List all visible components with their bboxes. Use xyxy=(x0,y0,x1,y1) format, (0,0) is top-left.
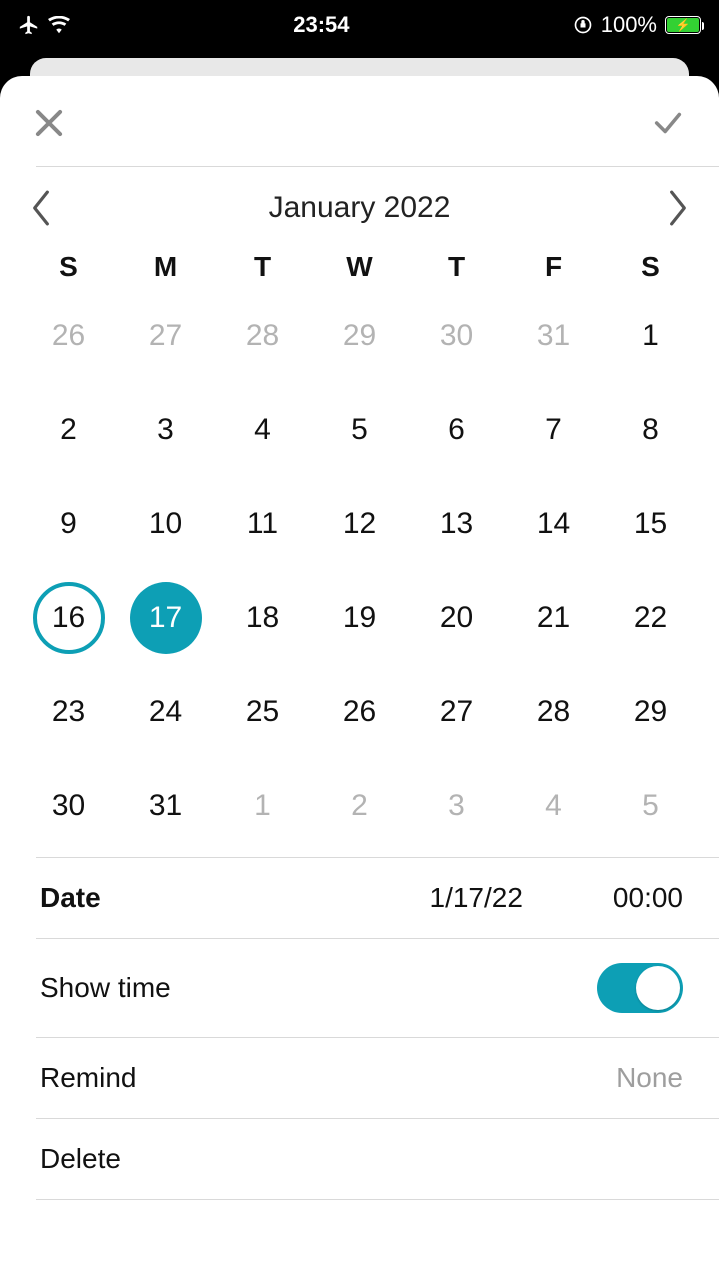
remind-value: None xyxy=(616,1062,683,1094)
day-header: S xyxy=(602,251,699,283)
month-title: January 2022 xyxy=(269,191,451,225)
calendar-day[interactable]: 2 xyxy=(311,759,408,853)
day-header: W xyxy=(311,251,408,283)
day-header: M xyxy=(117,251,214,283)
remind-row[interactable]: Remind None xyxy=(36,1037,719,1118)
calendar-day[interactable]: 27 xyxy=(117,289,214,383)
calendar-day[interactable]: 8 xyxy=(602,383,699,477)
day-header: T xyxy=(408,251,505,283)
show-time-toggle[interactable] xyxy=(597,963,683,1013)
calendar-day[interactable]: 23 xyxy=(20,665,117,759)
calendar-day[interactable]: 27 xyxy=(408,665,505,759)
calendar-day[interactable]: 6 xyxy=(408,383,505,477)
calendar-day[interactable]: 3 xyxy=(408,759,505,853)
wifi-icon xyxy=(48,16,70,34)
date-value: 1/17/22 xyxy=(430,882,523,914)
date-row[interactable]: Date 1/17/22 00:00 xyxy=(36,857,719,938)
calendar-day[interactable]: 25 xyxy=(214,665,311,759)
calendar-day[interactable]: 18 xyxy=(214,571,311,665)
calendar-day[interactable]: 28 xyxy=(505,665,602,759)
date-picker-sheet: January 2022 SMTWTFS 2627282930311234567… xyxy=(0,76,719,1280)
calendar-day[interactable]: 20 xyxy=(408,571,505,665)
calendar-day[interactable]: 24 xyxy=(117,665,214,759)
calendar-day[interactable]: 29 xyxy=(311,289,408,383)
calendar-grid: 2627282930311234567891011121314151617181… xyxy=(0,283,719,857)
calendar-day[interactable]: 31 xyxy=(117,759,214,853)
calendar-day[interactable]: 28 xyxy=(214,289,311,383)
battery-icon: ⚡ xyxy=(665,16,701,34)
orientation-lock-icon xyxy=(573,15,593,35)
calendar-day[interactable]: 5 xyxy=(311,383,408,477)
calendar-day[interactable]: 31 xyxy=(505,289,602,383)
calendar-day[interactable]: 21 xyxy=(505,571,602,665)
remind-label: Remind xyxy=(40,1062,136,1094)
calendar-day[interactable]: 5 xyxy=(602,759,699,853)
calendar-day[interactable]: 3 xyxy=(117,383,214,477)
calendar-day[interactable]: 11 xyxy=(214,477,311,571)
calendar-day[interactable]: 2 xyxy=(20,383,117,477)
status-bar: 23:54 100% ⚡ xyxy=(0,0,719,50)
battery-percent: 100% xyxy=(601,12,657,38)
calendar-day[interactable]: 4 xyxy=(214,383,311,477)
confirm-check-icon[interactable] xyxy=(647,106,689,140)
show-time-row: Show time xyxy=(36,938,719,1037)
time-value: 00:00 xyxy=(613,882,683,914)
day-header: S xyxy=(20,251,117,283)
next-month-icon[interactable] xyxy=(667,189,689,227)
delete-label: Delete xyxy=(40,1143,121,1175)
calendar-day[interactable]: 26 xyxy=(311,665,408,759)
calendar-day[interactable]: 19 xyxy=(311,571,408,665)
calendar-day[interactable]: 15 xyxy=(602,477,699,571)
calendar-day[interactable]: 30 xyxy=(408,289,505,383)
clock-time: 23:54 xyxy=(293,12,349,38)
calendar-day[interactable]: 22 xyxy=(602,571,699,665)
day-header: F xyxy=(505,251,602,283)
calendar-day[interactable]: 16 xyxy=(20,571,117,665)
delete-row[interactable]: Delete xyxy=(36,1118,719,1200)
day-header: T xyxy=(214,251,311,283)
calendar-day[interactable]: 1 xyxy=(214,759,311,853)
day-headers: SMTWTFS xyxy=(0,237,719,283)
calendar-day[interactable]: 1 xyxy=(602,289,699,383)
calendar-day[interactable]: 13 xyxy=(408,477,505,571)
calendar-day[interactable]: 26 xyxy=(20,289,117,383)
calendar-day[interactable]: 10 xyxy=(117,477,214,571)
calendar-day[interactable]: 17 xyxy=(117,571,214,665)
show-time-label: Show time xyxy=(40,972,171,1004)
close-icon[interactable] xyxy=(30,104,68,142)
prev-month-icon[interactable] xyxy=(30,189,52,227)
calendar-day[interactable]: 14 xyxy=(505,477,602,571)
calendar-day[interactable]: 30 xyxy=(20,759,117,853)
calendar-day[interactable]: 7 xyxy=(505,383,602,477)
calendar-day[interactable]: 29 xyxy=(602,665,699,759)
airplane-mode-icon xyxy=(18,14,40,36)
calendar-day[interactable]: 4 xyxy=(505,759,602,853)
date-label: Date xyxy=(40,882,101,914)
calendar-day[interactable]: 9 xyxy=(20,477,117,571)
calendar-day[interactable]: 12 xyxy=(311,477,408,571)
